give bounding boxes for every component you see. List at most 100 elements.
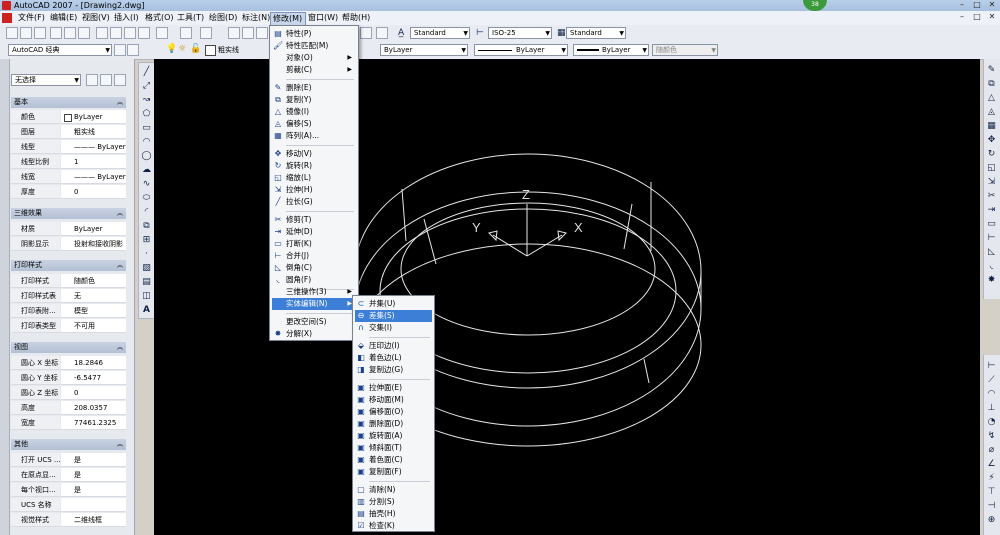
section-misc[interactable]: 其他 ︽ — [11, 439, 126, 450]
circle-icon[interactable]: ◯ — [141, 151, 152, 162]
dim-style-select[interactable]: ISO-25 ▼ — [488, 27, 552, 39]
menu-help[interactable]: 帮助(H) — [340, 12, 372, 24]
spline-icon[interactable]: ∿ — [141, 179, 152, 190]
menu-item-copy-edges[interactable]: ◨ 复制边(G) — [355, 364, 432, 376]
erase-icon[interactable]: ✎ — [986, 65, 997, 76]
menu-insert[interactable]: 插入(I) — [112, 12, 141, 24]
color-select[interactable]: ByLayer ▼ — [380, 44, 468, 56]
layer-manager-icon[interactable] — [127, 44, 139, 56]
section-general[interactable]: 基本 ︽ — [11, 97, 126, 108]
paste-icon[interactable] — [124, 27, 136, 39]
chamfer-tool-icon[interactable]: ◺ — [986, 247, 997, 258]
menu-item-color-faces[interactable]: ▣ 着色面(C) — [355, 454, 432, 466]
section-3d-visualization[interactable]: 三维效果 ︽ — [11, 208, 126, 219]
make-block-icon[interactable]: ⊞ — [141, 235, 152, 246]
property-row[interactable]: 视觉样式 二维线框 — [11, 513, 126, 528]
property-row[interactable]: 圆心 Y 坐标 -6.5477 — [11, 371, 126, 386]
rectangle-icon[interactable]: ▭ — [141, 123, 152, 134]
property-row[interactable]: 线宽 ——— ByLayer — [11, 170, 126, 185]
menu-item-erase[interactable]: ✎ 删除(E) — [272, 82, 356, 94]
menu-item-fillet[interactable]: ◟ 圆角(F) — [272, 274, 356, 286]
pan-icon[interactable] — [228, 27, 240, 39]
menu-item-subtract[interactable]: ⊖ 差集(S) — [355, 310, 432, 322]
copy-clip-icon[interactable] — [110, 27, 122, 39]
section-plot-style[interactable]: 打印样式 ︽ — [11, 260, 126, 271]
arc-length-icon[interactable]: ◠ — [986, 389, 997, 400]
menu-item-offset[interactable]: ◬ 偏移(S) — [272, 118, 356, 130]
menu-item-move-faces[interactable]: ▣ 移动面(M) — [355, 394, 432, 406]
menu-item-break[interactable]: ▭ 打断(K) — [272, 238, 356, 250]
menu-item-explode[interactable]: ✸ 分解(X) — [272, 328, 356, 340]
stretch-tool-icon[interactable]: ⇲ — [986, 177, 997, 188]
menu-item-change-space[interactable]: 更改空间(S) — [272, 316, 356, 328]
minimize-button[interactable]: – — [955, 0, 969, 10]
menu-view[interactable]: 视图(V) — [80, 12, 112, 24]
match-properties-icon[interactable] — [138, 27, 150, 39]
open-file-icon[interactable] — [20, 27, 32, 39]
new-file-icon[interactable] — [6, 27, 18, 39]
menu-window[interactable]: 窗口(W) — [306, 12, 340, 24]
menu-item-lengthen[interactable]: ╱ 拉长(G) — [272, 196, 356, 208]
menu-item-offset-faces[interactable]: ▣ 偏移面(O) — [355, 406, 432, 418]
doc-close-button[interactable]: ✕ — [985, 12, 999, 22]
help-icon[interactable] — [376, 27, 388, 39]
fillet-tool-icon[interactable]: ◟ — [986, 261, 997, 272]
property-row[interactable]: 宽度 77461.2325 — [11, 416, 126, 431]
plot-icon[interactable] — [50, 27, 62, 39]
explode-tool-icon[interactable]: ✸ — [986, 275, 997, 286]
text-style-select[interactable]: Standard ▼ — [410, 27, 470, 39]
menu-item-clip[interactable]: 剪裁(C) ▶ — [272, 64, 356, 76]
menu-item-stretch[interactable]: ⇲ 拉伸(H) — [272, 184, 356, 196]
menu-item-join[interactable]: ⊢ 合并(J) — [272, 250, 356, 262]
rotate-tool-icon[interactable]: ↻ — [986, 149, 997, 160]
property-row[interactable]: 线型 ——— ByLayer — [11, 140, 126, 155]
multiline-text-icon[interactable]: A — [141, 305, 152, 316]
jogged-dim-icon[interactable]: ↯ — [986, 431, 997, 442]
publish-icon[interactable] — [78, 27, 90, 39]
property-row[interactable]: 厚度 0 — [11, 185, 126, 200]
mirror-tool-icon[interactable]: △ — [986, 93, 997, 104]
linear-dim-icon[interactable]: ⊢ — [986, 361, 997, 372]
menu-item-chamfer[interactable]: ◺ 倒角(C) — [272, 262, 356, 274]
trim-tool-icon[interactable]: ✂ — [986, 191, 997, 202]
cut-icon[interactable] — [96, 27, 108, 39]
doc-minimize-button[interactable]: – — [955, 12, 969, 22]
move-tool-icon[interactable]: ✥ — [986, 135, 997, 146]
document-icon[interactable] — [2, 13, 12, 23]
angular-dim-icon[interactable]: ∠ — [986, 459, 997, 470]
property-row[interactable]: 在原点显... 是 — [11, 468, 126, 483]
gradient-icon[interactable]: ▤ — [141, 277, 152, 288]
extend-tool-icon[interactable]: ⇥ — [986, 205, 997, 216]
menu-item-3d-operations[interactable]: 三维操作(3) ▶ — [272, 286, 356, 298]
property-row[interactable]: 材质 ByLayer — [11, 222, 126, 237]
property-row[interactable]: 打印表类型 不可用 — [11, 319, 126, 334]
property-row[interactable]: 阴影显示 投射和接收阴影 — [11, 237, 126, 252]
menu-item-scale[interactable]: ◱ 缩放(L) — [272, 172, 356, 184]
menu-item-taper-faces[interactable]: ▣ 倾斜面(T) — [355, 442, 432, 454]
undo-icon[interactable] — [180, 27, 192, 39]
property-row[interactable]: 图层 粗实线 — [11, 125, 126, 140]
linetype-select[interactable]: ByLayer ▼ — [474, 44, 568, 56]
insert-block-icon[interactable]: ⧉ — [141, 221, 152, 232]
workspace-select[interactable]: AutoCAD 经典 ▼ — [8, 44, 112, 56]
sun-icon[interactable]: ☼ — [178, 44, 186, 54]
selection-select[interactable]: 无选择 ▼ — [11, 74, 81, 86]
construction-line-icon[interactable]: ⤢ — [141, 81, 152, 92]
ellipse-arc-icon[interactable]: ◜ — [141, 207, 152, 218]
lightbulb-icon[interactable]: 💡 — [166, 44, 177, 54]
property-row[interactable]: 线型比例 1 — [11, 155, 126, 170]
radius-dim-icon[interactable]: ◔ — [986, 417, 997, 428]
menu-item-color-edges[interactable]: ◧ 着色边(L) — [355, 352, 432, 364]
menu-edit[interactable]: 编辑(E) — [48, 12, 79, 24]
copy-object-icon[interactable]: ⧉ — [986, 79, 997, 90]
menu-draw[interactable]: 绘图(D) — [207, 12, 239, 24]
lock-icon[interactable]: 🔓 — [190, 44, 201, 54]
menu-item-properties[interactable]: ▤ 特性(P) — [272, 28, 356, 40]
table-style-select[interactable]: Standard ▼ — [566, 27, 626, 39]
property-row[interactable]: 打印样式表无 — [11, 289, 126, 304]
menu-item-move[interactable]: ✥ 移动(V) — [272, 148, 356, 160]
menu-item-extend[interactable]: ⇥ 延伸(D) — [272, 226, 356, 238]
polygon-icon[interactable]: ⬠ — [141, 109, 152, 120]
close-button[interactable]: ✕ — [985, 0, 999, 10]
continue-dim-icon[interactable]: ⊣ — [986, 501, 997, 512]
